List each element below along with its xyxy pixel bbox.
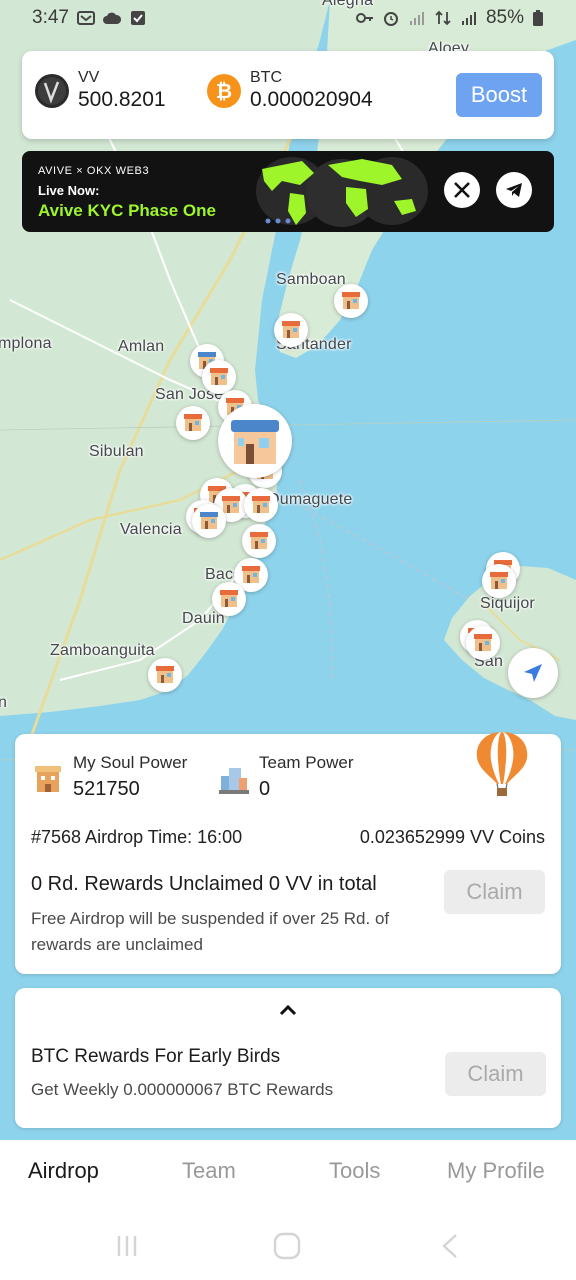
team-power: Team Power 0 bbox=[217, 752, 353, 804]
shop-marker[interactable] bbox=[202, 360, 236, 394]
city-icon bbox=[219, 768, 249, 794]
shop-marker[interactable] bbox=[334, 284, 368, 318]
unclaimed-rewards: 0 Rd. Rewards Unclaimed 0 VV in total bbox=[31, 873, 377, 895]
boost-button[interactable]: Boost bbox=[456, 73, 542, 117]
map-label: Valencia bbox=[120, 521, 182, 538]
signal-icon bbox=[461, 12, 476, 25]
vv-value: 500.8201 bbox=[78, 88, 166, 111]
btc-rewards-card: BTC Rewards For Early Birds Get Weekly 0… bbox=[15, 988, 561, 1128]
x-icon bbox=[454, 182, 470, 198]
check-icon bbox=[130, 11, 145, 25]
tab-my-profile[interactable]: My Profile bbox=[447, 1158, 545, 1184]
btc-balance: ₿ BTC 0.000020904 bbox=[206, 69, 373, 113]
btc-value: 0.000020904 bbox=[250, 88, 373, 111]
chevron-up-icon[interactable] bbox=[277, 1002, 299, 1018]
hot-air-balloon-icon[interactable] bbox=[473, 730, 531, 798]
soul-power: My Soul Power 521750 bbox=[31, 752, 187, 804]
shop-marker[interactable] bbox=[482, 564, 516, 598]
shop-marker[interactable] bbox=[466, 626, 500, 660]
building-icon bbox=[35, 766, 61, 792]
shop-marker[interactable] bbox=[148, 658, 182, 692]
signal-icon bbox=[409, 12, 424, 25]
map-label: Sibulan bbox=[89, 443, 144, 460]
claim-airdrop-button[interactable]: Claim bbox=[444, 870, 545, 914]
notification-icon bbox=[76, 11, 95, 25]
airdrop-coins: 0.023652999 VV Coins bbox=[359, 827, 545, 847]
locate-me-button[interactable] bbox=[508, 648, 558, 698]
x-social-button[interactable] bbox=[444, 172, 480, 208]
map-label: Dumaguete bbox=[268, 491, 353, 508]
shop-marker[interactable] bbox=[212, 582, 246, 616]
team-power-label: Team Power bbox=[259, 753, 354, 772]
navigation-arrow-icon bbox=[524, 664, 542, 682]
map-label: mplona bbox=[0, 335, 52, 352]
vv-label: VV bbox=[78, 69, 100, 86]
shop-marker[interactable] bbox=[274, 313, 308, 347]
cloud-icon bbox=[102, 12, 121, 24]
promo-banner[interactable]: AVIVE × OKX WEB3 Live Now: Avive KYC Pha… bbox=[22, 151, 554, 232]
alarm-icon bbox=[383, 12, 398, 26]
telegram-icon bbox=[506, 183, 522, 197]
btc-coin-icon: ₿ bbox=[207, 74, 241, 108]
my-shop-marker[interactable] bbox=[218, 404, 292, 478]
btc-rewards-subtitle: Get Weekly 0.000000067 BTC Rewards bbox=[31, 1080, 334, 1099]
battery-icon bbox=[533, 10, 543, 26]
soul-power-value: 521750 bbox=[73, 778, 140, 800]
banner-live: Live Now: bbox=[38, 183, 100, 198]
team-power-value: 0 bbox=[259, 778, 271, 800]
banner-brand: AVIVE × OKX WEB3 bbox=[38, 165, 150, 177]
battery-percent: 85% bbox=[485, 7, 524, 28]
map-label: Zamboanguita bbox=[50, 642, 155, 659]
map-label: Amlan bbox=[118, 338, 165, 355]
shop-marker[interactable] bbox=[176, 406, 210, 440]
airdrop-time: #7568 Airdrop Time: 16:00 bbox=[31, 827, 243, 847]
telegram-button[interactable] bbox=[496, 172, 532, 208]
status-bar: 3:47 85% bbox=[0, 0, 576, 36]
svg-text:₿: ₿ bbox=[216, 79, 232, 103]
suspension-warning: Free Airdrop will be suspended if over 2… bbox=[31, 909, 390, 954]
shop-marker[interactable] bbox=[192, 504, 226, 538]
vv-coin-icon bbox=[35, 74, 69, 108]
shop-marker[interactable] bbox=[242, 524, 276, 558]
banner-title: Avive KYC Phase One bbox=[38, 201, 216, 220]
tab-tools[interactable]: Tools bbox=[329, 1158, 380, 1184]
wallet-card: VV 500.8201 ₿ BTC 0.000020904 Boost bbox=[22, 51, 554, 139]
tab-airdrop[interactable]: Airdrop bbox=[28, 1158, 99, 1184]
power-card: My Soul Power 521750 Team Power 0 #7568 … bbox=[15, 732, 561, 974]
shop-marker[interactable] bbox=[244, 488, 278, 522]
vv-balance: VV 500.8201 bbox=[34, 69, 166, 113]
recent-apps-icon[interactable] bbox=[114, 1232, 140, 1260]
btc-label: BTC bbox=[250, 69, 282, 86]
btc-rewards-title: BTC Rewards For Early Birds bbox=[31, 1046, 281, 1067]
soul-power-label: My Soul Power bbox=[73, 753, 188, 772]
key-icon bbox=[355, 13, 373, 23]
claim-btc-button[interactable]: Claim bbox=[445, 1052, 546, 1096]
map-label: n bbox=[0, 694, 8, 711]
clock: 3:47 bbox=[32, 7, 69, 28]
tab-team[interactable]: Team bbox=[182, 1158, 236, 1184]
home-icon[interactable] bbox=[272, 1232, 302, 1260]
back-icon[interactable] bbox=[438, 1232, 462, 1260]
data-icon bbox=[435, 10, 451, 26]
world-map-graphic bbox=[256, 157, 428, 227]
